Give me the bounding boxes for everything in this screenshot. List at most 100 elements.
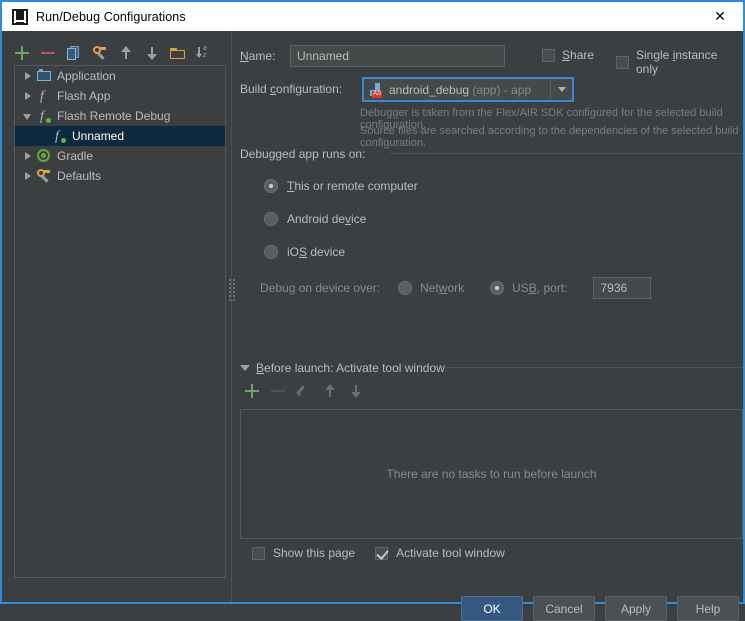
checkbox-box[interactable]: [616, 55, 629, 69]
dialog-buttons: OK Cancel Apply Help: [461, 596, 739, 621]
flash-debug-icon: f: [36, 108, 52, 124]
cancel-button[interactable]: Cancel: [533, 596, 595, 621]
activate-tool-window-label: Activate tool window: [396, 546, 505, 560]
build-configuration-dropdown[interactable]: AS android_debug (app) - app: [362, 77, 574, 102]
window-title: Run/Debug Configurations: [36, 9, 186, 24]
radio-button[interactable]: [398, 281, 413, 295]
share-label: Share: [562, 48, 595, 62]
intellij-idea-logo-icon: [12, 8, 28, 25]
edit-templates-button[interactable]: [92, 45, 108, 61]
tree-item-label: Defaults: [57, 169, 102, 183]
checkbox-box[interactable]: [375, 546, 389, 560]
add-task-button[interactable]: [244, 383, 260, 399]
chevron-down-icon[interactable]: [240, 365, 250, 371]
single-instance-only-checkbox[interactable]: Single instance only: [616, 48, 740, 76]
radio-usb[interactable]: USB, port:: [490, 281, 567, 295]
chevron-right-icon[interactable]: [21, 169, 36, 183]
port-input[interactable]: [593, 277, 652, 299]
checkbox-box[interactable]: [252, 546, 265, 560]
name-input[interactable]: [290, 45, 505, 67]
tree-item-unnamed[interactable]: f Unnamed: [15, 126, 225, 146]
show-this-page-checkbox[interactable]: Show this page: [252, 546, 355, 560]
name-row: Name: Share Single instance only: [240, 45, 740, 76]
debug-over-label: Debug on device over:: [260, 281, 381, 295]
tree-item-label: Flash Remote Debug: [57, 109, 171, 123]
build-configuration-row: Build configuration: AS android_debug (a…: [240, 77, 740, 103]
sort-configurations-button[interactable]: az: [196, 45, 212, 61]
tree-item-label: Flash App: [57, 89, 111, 103]
gradle-icon: [36, 148, 52, 164]
remove-configuration-button[interactable]: [40, 45, 56, 61]
tree-item-defaults[interactable]: Defaults: [15, 166, 225, 186]
run-debug-configurations-dialog: Run/Debug Configurations ✕ az Applicatio…: [0, 0, 745, 621]
chevron-right-icon[interactable]: [21, 89, 36, 103]
before-launch-toolbar: [244, 383, 364, 399]
radio-label: iOS device: [287, 245, 346, 259]
splitter-grip-icon[interactable]: [229, 279, 235, 305]
build-configuration-hint-2: Source files are searched according to t…: [360, 125, 739, 149]
single-instance-only-label: Single instance only: [636, 48, 718, 76]
chevron-right-icon[interactable]: [21, 149, 36, 163]
activate-tool-window-checkbox[interactable]: Activate tool window: [375, 546, 505, 560]
radio-button[interactable]: [264, 212, 278, 226]
debug-on-device-over-row: Debug on device over: Network USB, port:: [260, 277, 652, 299]
tree-item-flash-app[interactable]: f Flash App: [15, 86, 225, 106]
ok-button[interactable]: OK: [461, 596, 523, 621]
title-bar: Run/Debug Configurations ✕: [2, 2, 743, 31]
help-button[interactable]: Help: [677, 596, 739, 621]
chevron-right-icon[interactable]: [21, 69, 36, 83]
dialog-content: az Application f Flash App f Flash Remot…: [2, 31, 743, 621]
edit-task-button: [296, 383, 312, 399]
wrench-icon: [36, 168, 52, 184]
tree-item-application[interactable]: Application: [15, 66, 225, 86]
tree-item-label: Gradle: [57, 149, 94, 163]
radio-android-device[interactable]: Android device: [264, 212, 366, 226]
debugged-app-group-title: Debugged app runs on:: [240, 147, 366, 161]
add-configuration-button[interactable]: [14, 45, 30, 61]
before-launch-header[interactable]: Before launch: Activate tool window: [240, 361, 445, 375]
configurations-tree[interactable]: Application f Flash App f Flash Remote D…: [14, 65, 226, 578]
show-this-page-label: Show this page: [273, 546, 356, 560]
panel-splitter[interactable]: [228, 31, 236, 602]
build-configuration-label: Build configuration:: [240, 82, 343, 96]
remove-task-button: [270, 383, 286, 399]
tree-item-flash-remote-debug[interactable]: f Flash Remote Debug: [15, 106, 225, 126]
flash-icon: f: [40, 89, 44, 104]
radio-button[interactable]: [490, 281, 505, 295]
move-down-button[interactable]: [144, 45, 160, 61]
radio-this-or-remote-computer[interactable]: This or remote computer: [264, 179, 418, 193]
copy-configuration-button[interactable]: [66, 45, 82, 61]
checkbox-box[interactable]: [542, 48, 555, 62]
move-up-button[interactable]: [118, 45, 134, 61]
before-launch-task-list[interactable]: There are no tasks to run before launch: [240, 409, 743, 539]
apply-button[interactable]: Apply: [605, 596, 667, 621]
radio-button[interactable]: [264, 179, 278, 193]
bottom-checkboxes: Show this page Activate tool window: [252, 546, 505, 560]
tree-item-label: Unnamed: [72, 129, 125, 143]
before-launch-empty-message: There are no tasks to run before launch: [386, 467, 597, 481]
tree-item-gradle[interactable]: Gradle: [15, 146, 225, 166]
create-folder-button[interactable]: [170, 45, 186, 61]
configuration-editor-panel: Name: Share Single instance only Build c…: [238, 31, 743, 621]
share-checkbox[interactable]: Share: [542, 48, 594, 62]
move-task-down-button: [348, 383, 364, 399]
radio-label: Network: [420, 281, 465, 295]
close-icon[interactable]: ✕: [697, 2, 743, 31]
radio-label: Android device: [287, 212, 367, 226]
radio-button[interactable]: [264, 245, 278, 259]
splitter-line: [231, 31, 232, 602]
radio-network[interactable]: Network: [398, 281, 464, 295]
android-studio-module-icon: AS: [368, 82, 384, 98]
group-separator: [390, 153, 743, 154]
application-icon: [36, 68, 52, 84]
radio-ios-device[interactable]: iOS device: [264, 245, 345, 259]
flash-debug-icon: f: [51, 128, 67, 144]
chevron-down-icon[interactable]: [21, 109, 36, 123]
build-configuration-value: android_debug (app) - app: [389, 82, 532, 97]
group-separator: [444, 367, 743, 368]
name-label: Name:: [240, 49, 276, 63]
chevron-down-icon[interactable]: [550, 79, 572, 100]
configurations-toolbar: az: [14, 41, 214, 65]
